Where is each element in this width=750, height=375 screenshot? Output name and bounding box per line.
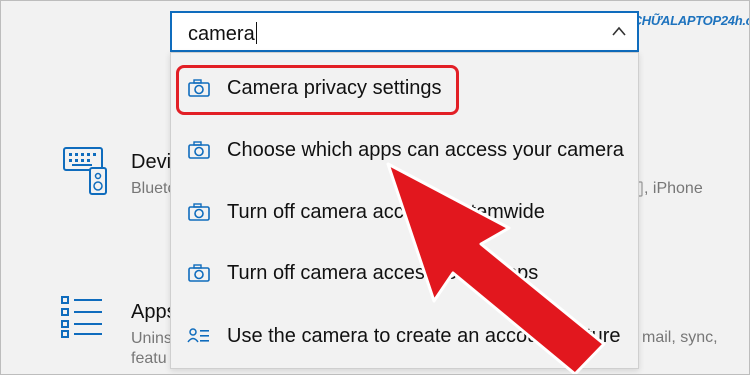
settings-window: Devic Blueto , iPhone Apps Unins featu m…	[0, 0, 750, 375]
pointer-arrow-icon	[386, 162, 606, 374]
